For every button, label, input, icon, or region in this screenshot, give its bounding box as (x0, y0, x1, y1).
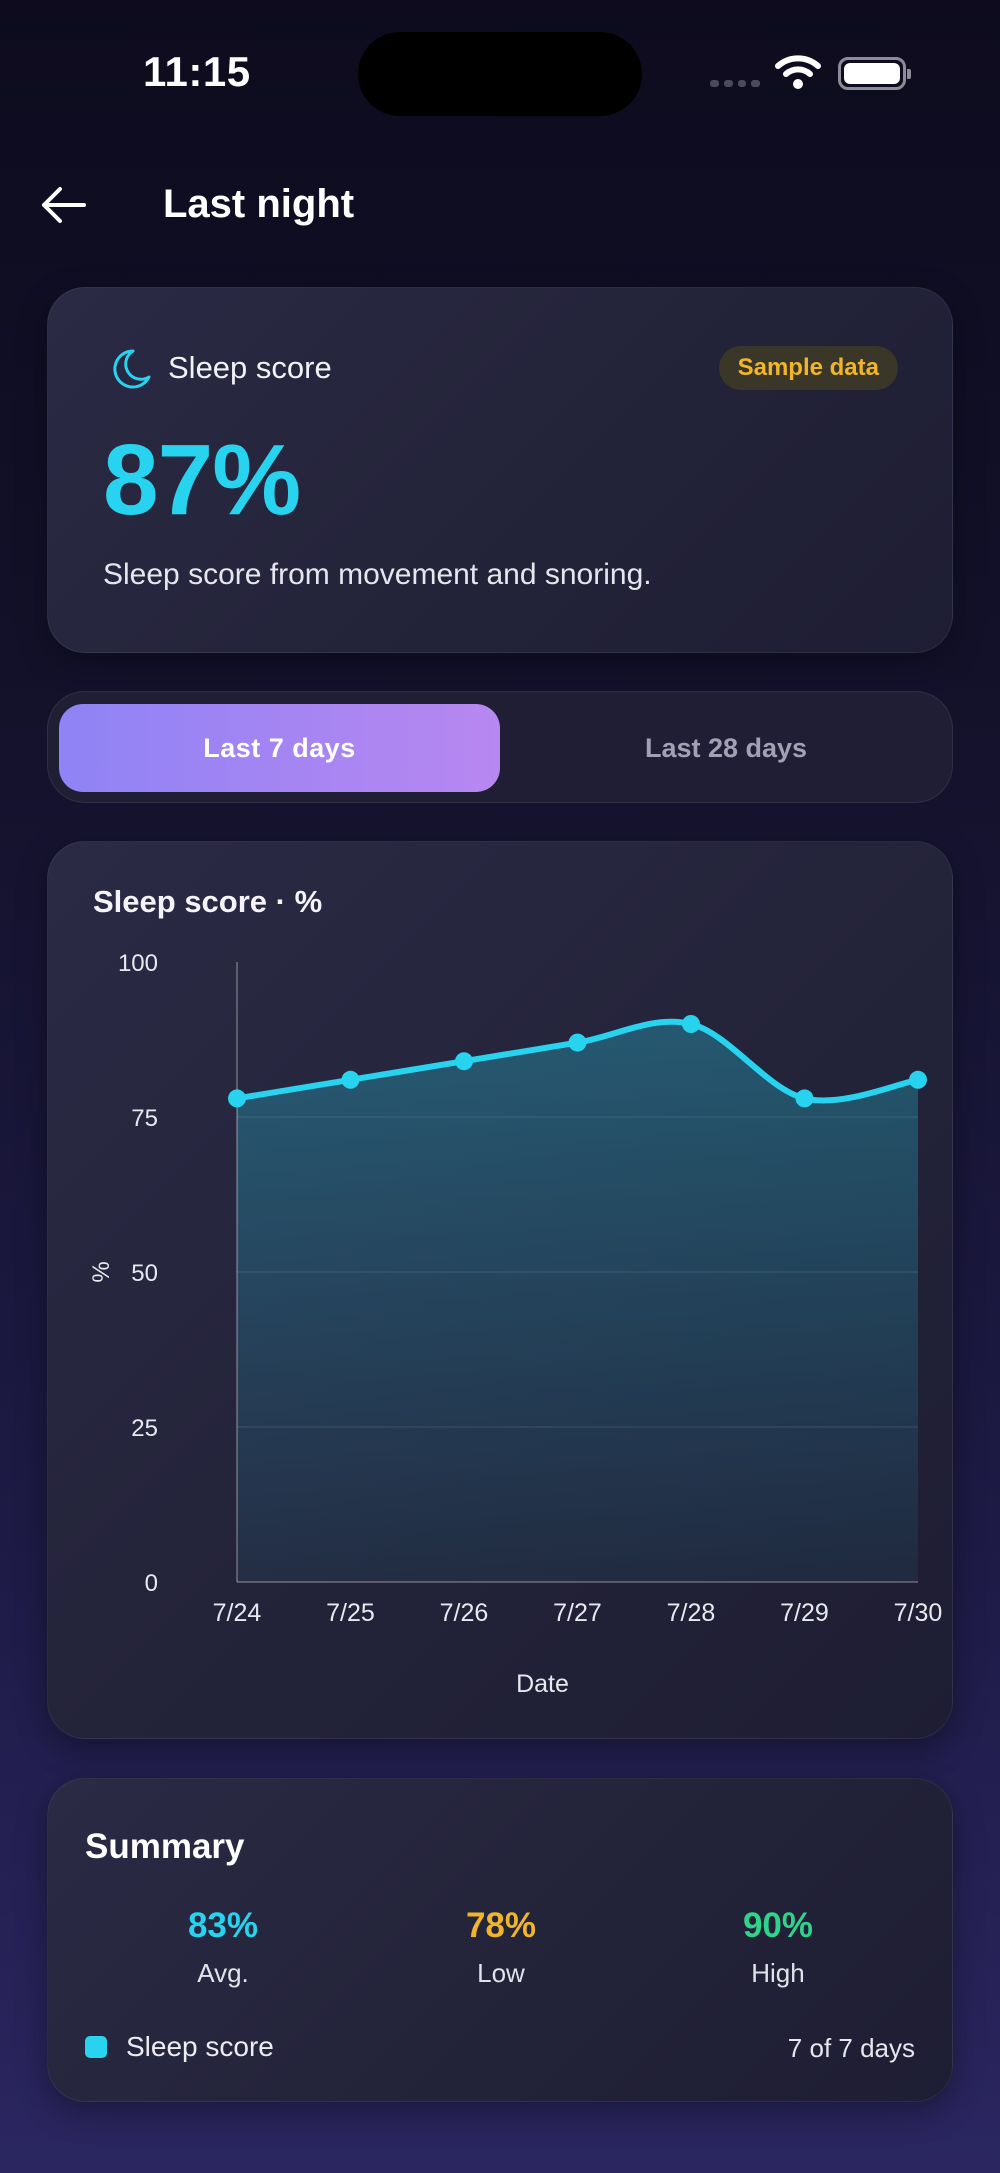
sleep-score-chart: 0 25 50 75 100 7/24 7/25 7/26 7/27 7/28 7/29 7/30 Da… (88, 950, 943, 1698)
sleep-score-area (237, 1021, 918, 1582)
wifi-icon (775, 55, 821, 89)
sleep-score-chart-card: Sleep score · % 0 25 50 75 100 7/24 7/25 7/26 7/… (47, 841, 953, 1739)
sleep-score-label: Sleep score (168, 350, 332, 385)
legend-swatch (85, 2036, 107, 2058)
data-point[interactable] (341, 1070, 360, 1089)
data-point[interactable] (228, 1089, 246, 1108)
stat-high-value: 90% (742, 1906, 814, 1945)
stat-high-label: High (751, 1958, 805, 1988)
x-tick-label: 7/28 (667, 1599, 716, 1627)
y-tick-label: 25 (131, 1415, 158, 1442)
summary-title: Summary (85, 1827, 245, 1866)
stat-low-value: 78% (465, 1906, 537, 1945)
y-tick-label: 75 (131, 1105, 158, 1132)
data-point[interactable] (909, 1070, 927, 1089)
cellular-signal-icon (710, 80, 760, 88)
data-point[interactable] (455, 1052, 473, 1071)
stat-high: 90% High (678, 1906, 878, 1989)
days-count: 7 of 7 days (787, 2033, 915, 2063)
stat-low: 78% Low (401, 1906, 601, 1989)
y-tick-label: 100 (118, 950, 158, 977)
x-tick-label: 7/24 (213, 1599, 262, 1627)
x-tick-label: 7/26 (440, 1599, 489, 1627)
tab-last-7-days[interactable]: Last 7 days (59, 704, 500, 792)
sleep-score-description: Sleep score from movement and snoring. (103, 558, 652, 591)
y-axis-label: % (88, 1261, 115, 1282)
moon-icon (113, 349, 151, 389)
range-selector: Last 7 days Last 28 days (47, 691, 953, 803)
sleep-score-card: Sleep score Sample data 87% Sleep score … (47, 287, 953, 653)
page-title: Last night (163, 182, 355, 226)
stat-average-label: Avg. (197, 1958, 249, 1988)
x-tick-label: 7/30 (894, 1599, 943, 1627)
x-tick-label: 7/25 (326, 1599, 375, 1627)
data-point[interactable] (795, 1089, 814, 1108)
legend-label: Sleep score (126, 2031, 274, 2062)
header: Last night (0, 170, 1000, 240)
x-tick-label: 7/29 (780, 1599, 829, 1627)
stat-average-value: 83% (187, 1906, 259, 1945)
y-tick-label: 50 (131, 1260, 158, 1287)
data-point[interactable] (682, 1015, 700, 1033)
back-arrow-icon[interactable] (38, 182, 90, 228)
sleep-score-value: 87% (103, 424, 301, 536)
y-tick-label: 0 (145, 1570, 158, 1597)
sample-data-badge: Sample data (718, 346, 898, 390)
status-time: 11:15 (143, 48, 251, 95)
stat-average: 83% Avg. (123, 1906, 323, 1989)
status-bar: 11:15 (0, 0, 1000, 150)
summary-card: Summary 83% Avg. 78% Low 90% High Sleep … (47, 1778, 953, 2102)
x-axis-label: Date (516, 1670, 569, 1698)
tab-last-28-days[interactable]: Last 28 days (508, 704, 944, 792)
dynamic-island (358, 32, 642, 116)
data-point[interactable] (568, 1033, 587, 1052)
stat-low-label: Low (477, 1958, 525, 1988)
battery-icon (838, 57, 911, 90)
x-tick-label: 7/27 (553, 1599, 602, 1627)
